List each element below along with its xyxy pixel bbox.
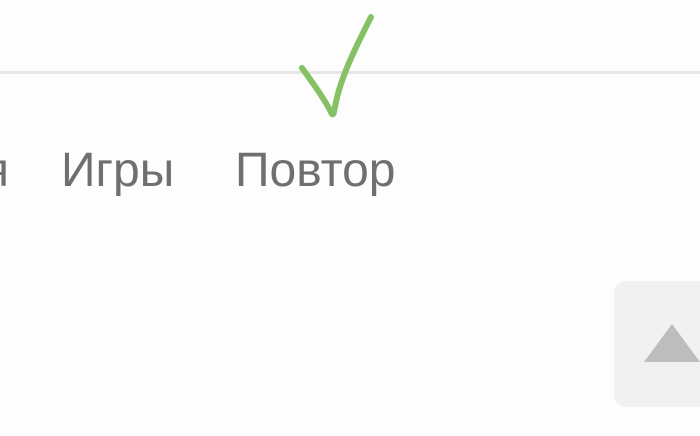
tab-partial[interactable]: я (0, 143, 9, 199)
scroll-to-top-button[interactable] (614, 281, 700, 407)
tab-repeat[interactable]: Повтор (235, 143, 395, 199)
chevron-up-icon (644, 324, 700, 362)
tab-games[interactable]: Игры (61, 143, 174, 199)
checkmark-icon (299, 14, 374, 118)
